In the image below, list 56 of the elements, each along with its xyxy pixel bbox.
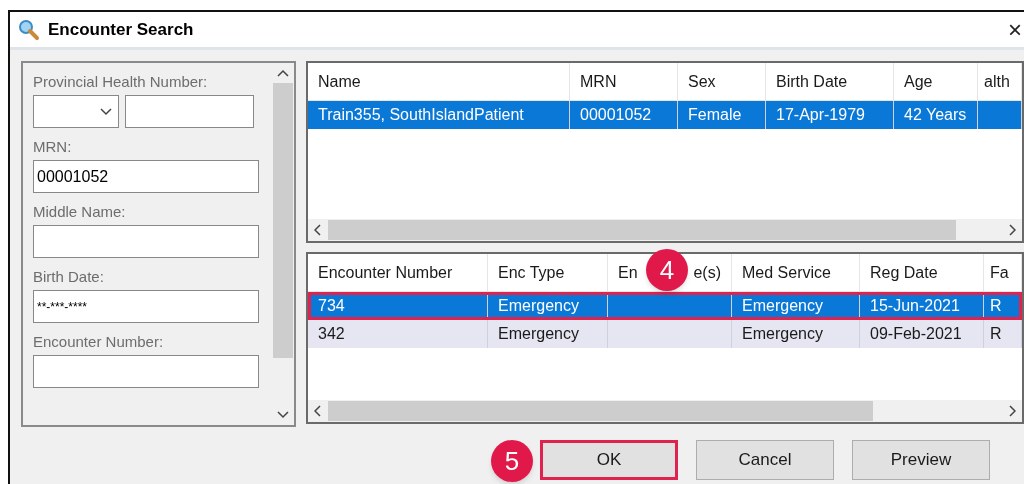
column-header[interactable]: Birth Date xyxy=(766,63,894,100)
column-header[interactable]: Sex xyxy=(678,63,766,100)
chevron-down-icon xyxy=(100,107,112,116)
chevron-right-icon xyxy=(1008,224,1016,236)
chevron-up-icon xyxy=(277,69,289,77)
table-cell: Emergency xyxy=(732,320,860,348)
table-row[interactable]: Train355, SouthIslandPatient 00001052 Female 17-Apr-1979 42 Years xyxy=(308,101,1022,129)
column-header[interactable]: Encounter Number xyxy=(308,254,488,291)
column-header[interactable]: Med Service xyxy=(732,254,860,291)
step-badge: 5 xyxy=(491,440,533,482)
chevron-right-icon xyxy=(1008,405,1016,417)
input-field[interactable]: 00001052 xyxy=(33,160,259,193)
table-cell: Female xyxy=(678,101,766,129)
table-row[interactable]: 342 Emergency Emergency 09-Feb-2021 R xyxy=(308,320,1022,348)
column-header[interactable]: Age xyxy=(894,63,978,100)
dialog-button[interactable]: Preview xyxy=(852,440,990,480)
scrollbar-thumb[interactable] xyxy=(273,83,293,358)
header-text-fragment: e(s) xyxy=(693,262,721,283)
column-header[interactable]: alth xyxy=(978,63,1022,100)
column-header[interactable]: Fa xyxy=(984,254,1022,291)
column-header[interactable]: MRN xyxy=(570,63,678,100)
dialog-button[interactable]: OK xyxy=(540,440,678,480)
close-button[interactable]: × xyxy=(1008,17,1024,42)
table-cell: Emergency xyxy=(488,320,608,348)
scrollbar-thumb[interactable] xyxy=(328,401,873,421)
input-field[interactable] xyxy=(33,355,259,388)
header-text-fragment: En xyxy=(618,262,638,283)
table-cell: R xyxy=(984,320,1022,348)
column-header[interactable]: Enc Type xyxy=(488,254,608,291)
window-title: Encounter Search xyxy=(48,18,194,41)
column-header[interactable]: Name xyxy=(308,63,570,100)
field-label: Provincial Health Number: xyxy=(33,73,209,91)
input-field[interactable] xyxy=(33,225,259,258)
field-label: Encounter Number: xyxy=(33,333,165,351)
magnifier-icon xyxy=(18,18,40,41)
input-field[interactable] xyxy=(125,95,254,128)
field-label: Middle Name: xyxy=(33,203,127,221)
horizontal-scrollbar[interactable] xyxy=(308,400,1022,422)
table-row[interactable]: 734 Emergency Emergency 15-Jun-2021 R xyxy=(308,292,1022,320)
table-cell: 09-Feb-2021 xyxy=(860,320,984,348)
table-cell: 342 xyxy=(308,320,488,348)
chevron-left-icon xyxy=(314,405,322,417)
chevron-left-icon xyxy=(314,224,322,236)
table-cell: Train355, SouthIslandPatient xyxy=(308,101,570,129)
input-field[interactable]: **-***-**** xyxy=(33,290,259,323)
dialog-button[interactable]: Cancel xyxy=(696,440,834,480)
dropdown[interactable] xyxy=(33,95,119,128)
chevron-down-icon xyxy=(277,411,289,419)
table-cell: 17-Apr-1979 xyxy=(766,101,894,129)
table-cell: 00001052 xyxy=(570,101,678,129)
scrollbar-thumb[interactable] xyxy=(328,220,956,240)
column-header[interactable]: Reg Date xyxy=(860,254,984,291)
horizontal-scrollbar[interactable] xyxy=(308,219,1022,241)
field-label: Birth Date: xyxy=(33,268,105,286)
table-cell: 42 Years xyxy=(894,101,978,129)
field-label: MRN: xyxy=(33,138,73,156)
